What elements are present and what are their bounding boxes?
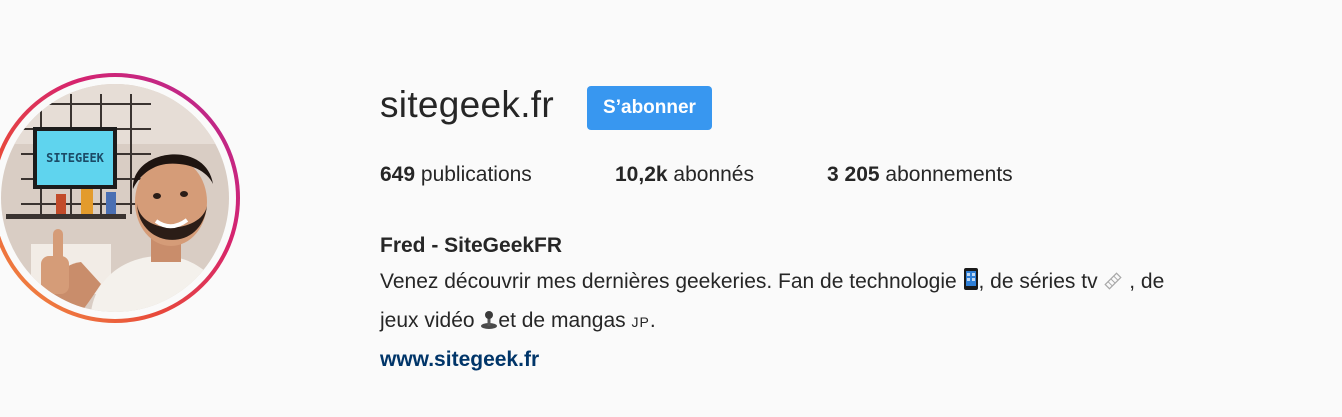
following-label: abonnements bbox=[885, 163, 1013, 186]
stat-followers[interactable]: 10,2k abonnés bbox=[615, 163, 754, 187]
stat-posts[interactable]: 649 publications bbox=[380, 163, 532, 187]
stat-following[interactable]: 3 205 abonnements bbox=[827, 163, 1013, 187]
mobile-phone-icon bbox=[963, 267, 979, 303]
profile-website-link[interactable]: www.sitegeek.fr bbox=[380, 342, 539, 378]
bio-line-1: Venez découvrir mes dernières geekeries.… bbox=[380, 264, 1280, 303]
bio-text: Venez découvrir mes dernières geekeries.… bbox=[380, 270, 963, 293]
following-count: 3 205 bbox=[827, 163, 880, 186]
jp-flag-text: JP bbox=[631, 314, 650, 330]
bio-text: , de bbox=[1123, 270, 1165, 293]
bio-text: et de mangas bbox=[498, 309, 632, 332]
avatar[interactable]: SITEGEEK bbox=[1, 84, 229, 312]
posts-label: publications bbox=[420, 163, 532, 186]
avatar-photo: SITEGEEK bbox=[1, 84, 229, 312]
profile-bio: Fred - SiteGeekFR Venez découvrir mes de… bbox=[380, 228, 1280, 378]
avatar-sign-text: SITEGEEK bbox=[46, 151, 105, 165]
joystick-icon bbox=[480, 306, 498, 342]
profile-avatar-ring[interactable]: SITEGEEK bbox=[0, 73, 240, 323]
profile-full-name: Fred - SiteGeekFR bbox=[380, 234, 563, 257]
bio-line-2: jeux vidéo et de mangas JP. bbox=[380, 303, 1280, 342]
bio-text: . bbox=[649, 309, 656, 332]
posts-count: 649 bbox=[380, 163, 416, 186]
followers-count: 10,2k bbox=[615, 163, 668, 186]
followers-label: abonnés bbox=[673, 163, 754, 186]
avatar-ring-gap: SITEGEEK bbox=[0, 77, 236, 319]
film-strip-icon bbox=[1103, 267, 1123, 303]
bio-text: jeux vidéo bbox=[380, 309, 481, 332]
bio-text: , de séries tv bbox=[978, 270, 1104, 293]
follow-button[interactable]: S’abonner bbox=[587, 86, 712, 130]
profile-username: sitegeek.fr bbox=[380, 84, 554, 125]
